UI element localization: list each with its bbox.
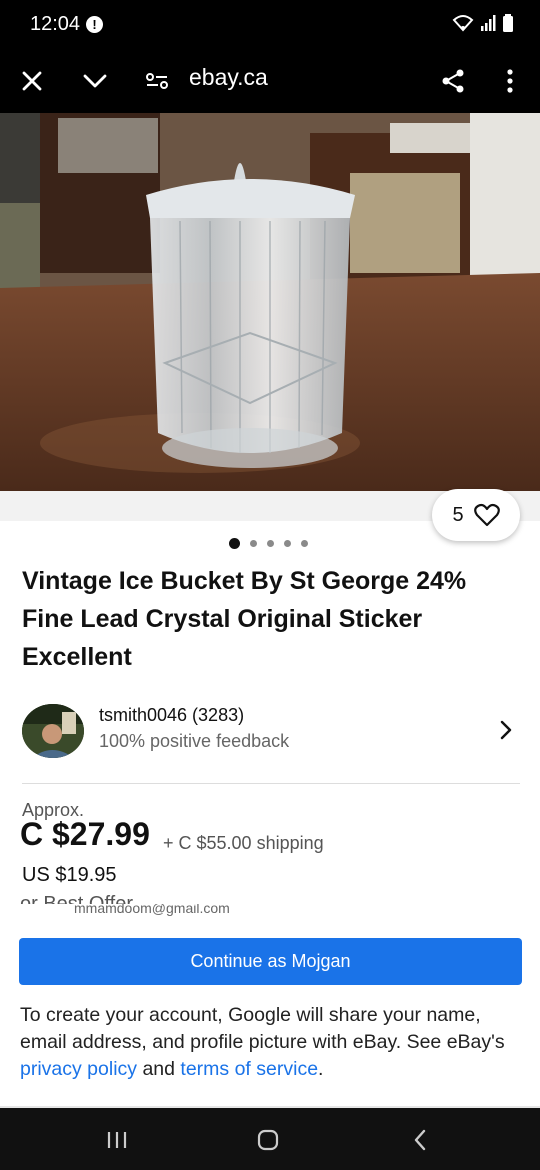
recent-apps-icon[interactable] (102, 1125, 132, 1155)
chevron-right-icon[interactable] (496, 718, 516, 742)
battery-icon (503, 14, 513, 32)
product-image[interactable] (0, 113, 540, 491)
consent-text: To create your account, Google will shar… (20, 1002, 520, 1083)
seller-row[interactable]: tsmith0046 (3283) 100% positive feedback (22, 701, 520, 763)
price: C $27.99 (20, 816, 150, 852)
watch-count: 5 (452, 503, 464, 526)
url-text[interactable]: ebay.ca (189, 64, 268, 91)
share-icon[interactable] (438, 66, 468, 96)
carousel-dot-active[interactable] (229, 538, 240, 549)
back-icon[interactable] (405, 1125, 435, 1155)
privacy-policy-link[interactable]: privacy policy (20, 1058, 137, 1080)
seller-name[interactable]: tsmith0046 (3283) (99, 705, 244, 726)
seller-feedback: 100% positive feedback (99, 731, 290, 751)
google-signin-sheet: mmamdoom@gmail.com Continue as Mojgan To… (0, 904, 540, 1109)
more-vert-icon[interactable] (495, 66, 525, 96)
avatar (22, 704, 84, 758)
carousel-dots (229, 538, 308, 549)
signal-icon (481, 15, 496, 31)
carousel-dot[interactable] (284, 540, 291, 547)
status-bar: 12:04 ! (0, 0, 540, 50)
browser-toolbar: ebay.ca (0, 50, 540, 113)
chevron-down-icon[interactable] (80, 66, 110, 96)
home-icon[interactable] (253, 1125, 283, 1155)
carousel-dot[interactable] (301, 540, 308, 547)
listing-title: Vintage Ice Bucket By St George 24% Fine… (22, 567, 467, 671)
account-email: mmamdoom@gmail.com (74, 904, 230, 916)
system-nav-bar (0, 1108, 540, 1170)
usd-price: US $19.95 (22, 864, 117, 886)
alert-icon: ! (86, 16, 103, 33)
divider (22, 783, 520, 784)
heart-icon (473, 503, 500, 527)
consent-and: and (137, 1058, 181, 1080)
site-settings-icon[interactable] (142, 66, 172, 96)
carousel-dot[interactable] (250, 540, 257, 547)
watch-button[interactable]: 5 (432, 489, 520, 541)
carousel-dot[interactable] (267, 540, 274, 547)
consent-suffix: . (318, 1058, 324, 1080)
continue-button[interactable]: Continue as Mojgan (19, 938, 522, 985)
status-time: 12:04 (30, 13, 81, 35)
terms-of-service-link[interactable]: terms of service (180, 1058, 318, 1080)
consent-prefix: To create your account, Google will shar… (20, 1004, 505, 1053)
wifi-icon (452, 15, 474, 32)
close-icon[interactable] (17, 66, 47, 96)
shipping-cost: + C $55.00 shipping (163, 833, 324, 853)
status-icons (452, 14, 514, 32)
